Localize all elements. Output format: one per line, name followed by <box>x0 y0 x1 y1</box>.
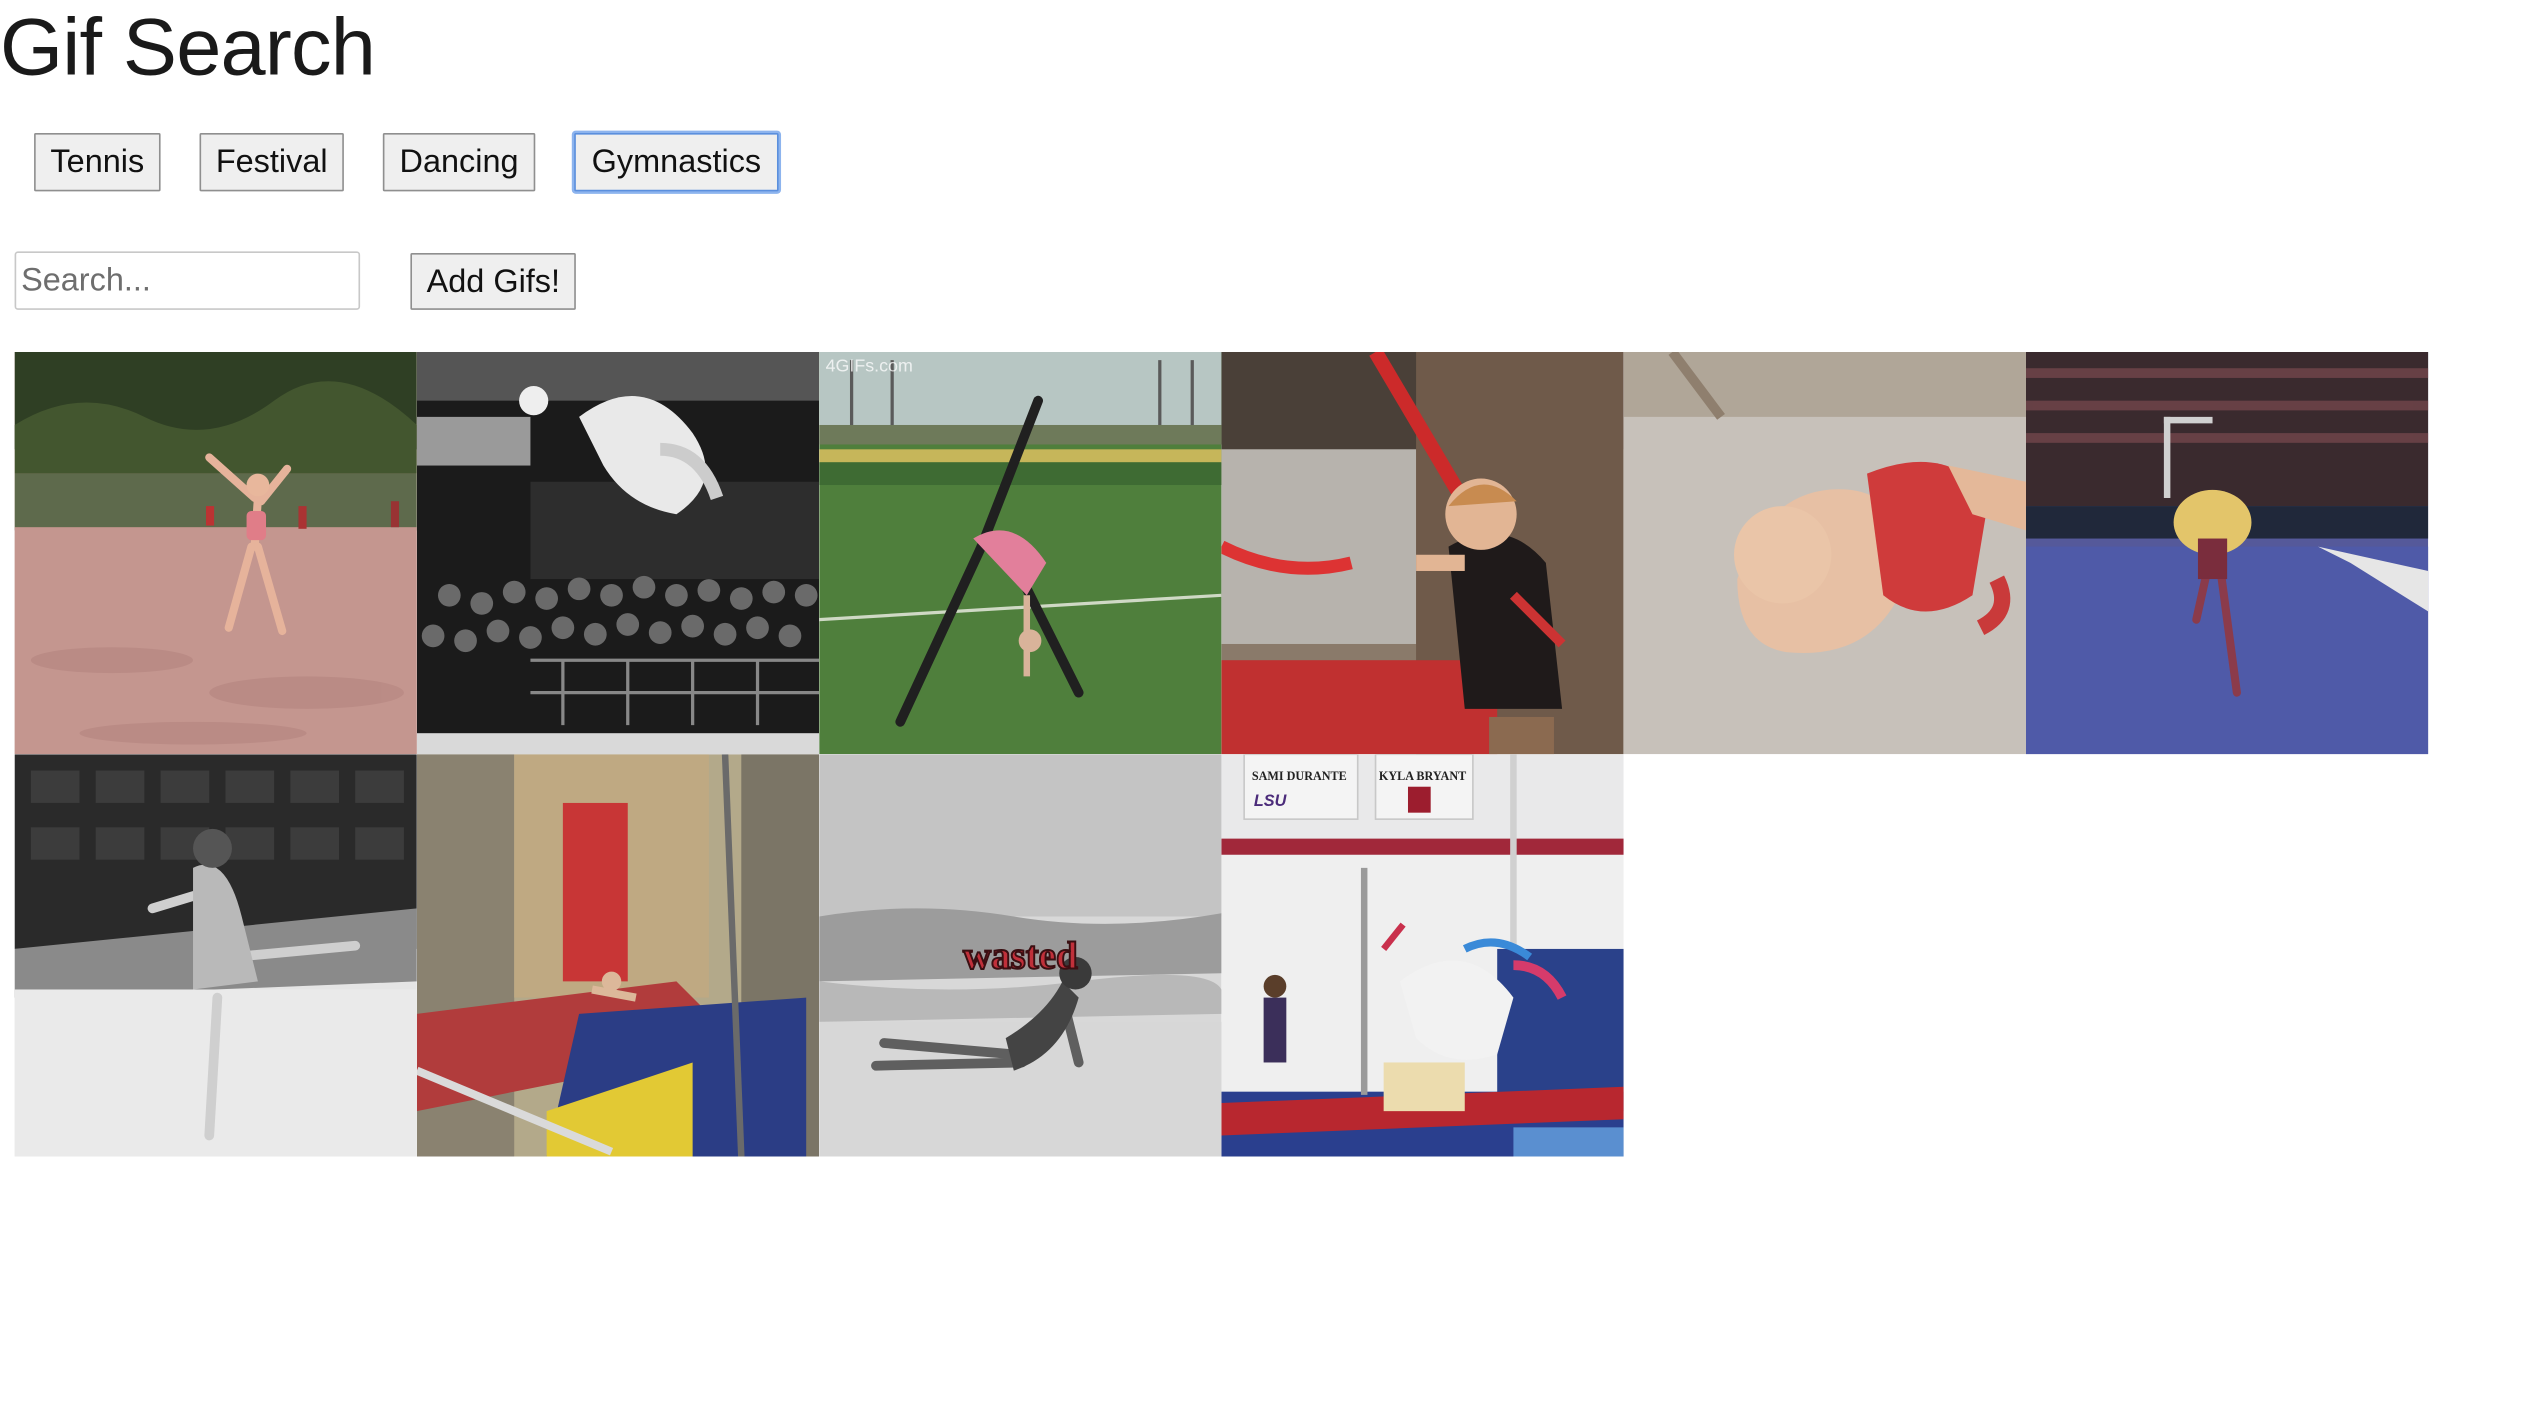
gif-wasted-beach[interactable]: wasted <box>819 754 1222 1157</box>
topic-button-tennis[interactable]: Tennis <box>34 133 161 192</box>
page-title: Gif Search <box>0 1 376 93</box>
topic-button-gymnastics[interactable]: Gymnastics <box>574 133 779 192</box>
gif-vault-fall-gym[interactable] <box>416 754 820 1157</box>
search-input[interactable] <box>14 251 361 310</box>
gif-beach-gymnast[interactable] <box>14 351 417 755</box>
gif-watermark: 4GIFs.com <box>826 355 913 375</box>
banner-1-name: SAMI DURANTE <box>1252 769 1347 783</box>
add-gifs-button[interactable]: Add Gifs! <box>410 253 576 310</box>
banner-1-logo: LSU <box>1254 792 1288 810</box>
gif-unicorn-bars[interactable]: SAMI DURANTE LSU KYLA BRYANT <box>1221 754 1624 1157</box>
gif-kid-on-carpet[interactable] <box>1623 351 2027 755</box>
gif-bw-flip-arena[interactable] <box>416 351 820 755</box>
topic-button-dancing[interactable]: Dancing <box>382 133 536 192</box>
topic-button-festival[interactable]: Festival <box>199 133 344 192</box>
gif-grid: 4GIFs.com wasted SAMI DURANTE LSU KYLA B… <box>14 351 2429 1157</box>
gif-kid-gym-bar[interactable] <box>1221 351 1624 755</box>
banner-2-name: KYLA BRYANT <box>1379 769 1466 783</box>
wasted-caption: wasted <box>963 934 1078 977</box>
gif-bw-rhythmic-gymnast[interactable] <box>14 754 417 1157</box>
gif-floor-routine-arena[interactable] <box>2026 351 2429 755</box>
gif-field-walkover[interactable]: 4GIFs.com <box>819 351 1222 755</box>
page: Gif Search Tennis Festival Dancing Gymna… <box>0 0 2532 1423</box>
